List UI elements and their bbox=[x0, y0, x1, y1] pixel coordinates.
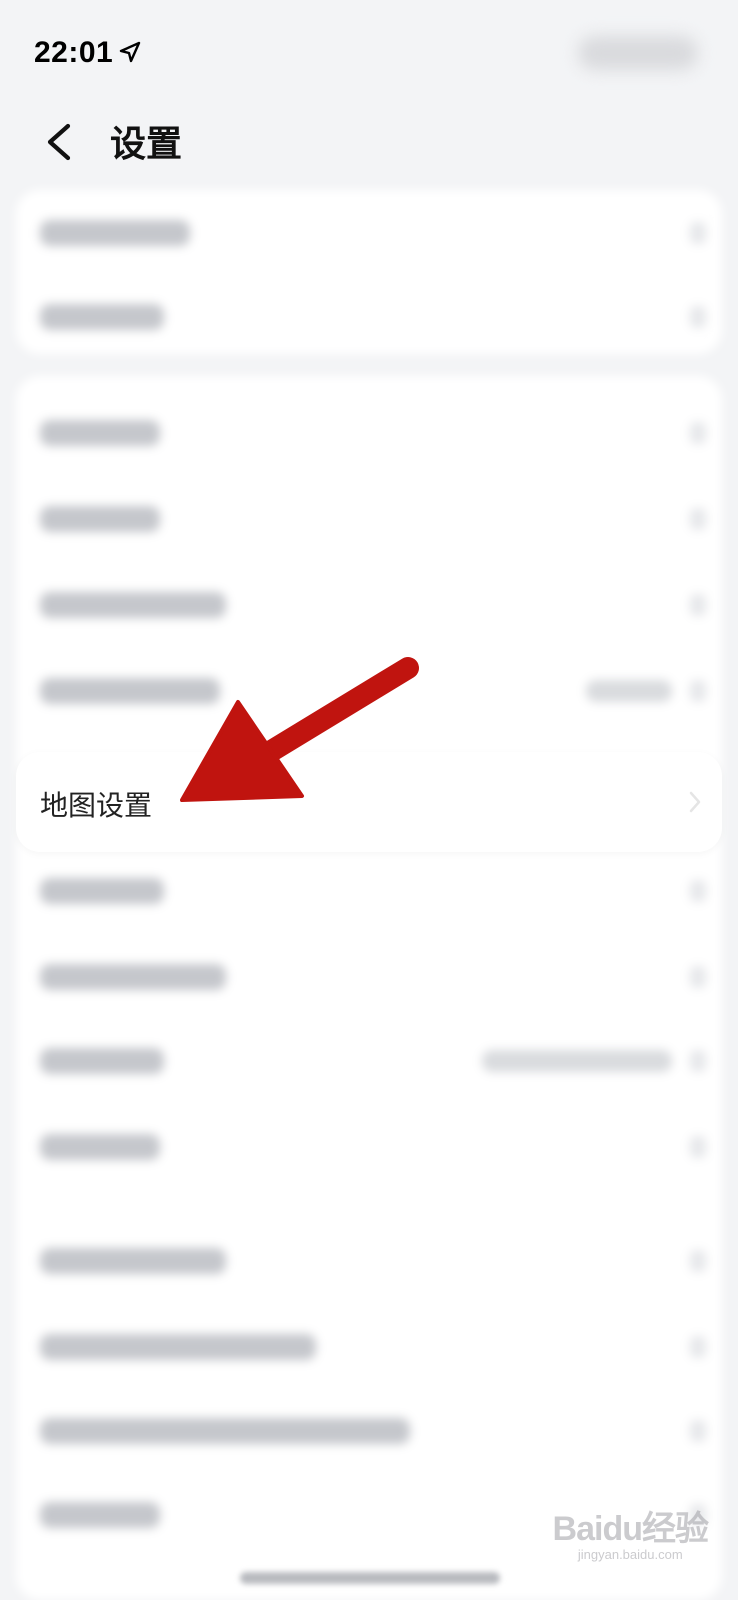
blurred-value bbox=[586, 680, 672, 702]
status-bar: 22:01 bbox=[0, 0, 738, 100]
blurred-row[interactable] bbox=[16, 648, 722, 734]
blurred-label bbox=[40, 420, 160, 446]
blurred-row[interactable] bbox=[16, 274, 722, 360]
blurred-label bbox=[40, 878, 164, 904]
blurred-label bbox=[40, 1248, 226, 1274]
blurred-chevron bbox=[690, 1336, 706, 1358]
blurred-row[interactable] bbox=[16, 1218, 722, 1304]
home-indicator bbox=[240, 1572, 500, 1584]
blurred-label bbox=[40, 678, 220, 704]
chevron-right-icon bbox=[688, 790, 702, 814]
blurred-chevron bbox=[690, 222, 706, 244]
blurred-row[interactable] bbox=[16, 1104, 722, 1190]
blurred-row[interactable] bbox=[16, 1304, 722, 1390]
blurred-label bbox=[40, 220, 190, 246]
blurred-label bbox=[40, 1418, 410, 1444]
blurred-row[interactable] bbox=[16, 1018, 722, 1104]
blurred-chevron bbox=[690, 306, 706, 328]
blurred-row[interactable] bbox=[16, 390, 722, 476]
blurred-row[interactable] bbox=[16, 934, 722, 1020]
baidu-watermark: Baidu经验 jingyan.baidu.com bbox=[552, 1510, 709, 1562]
blurred-label bbox=[40, 964, 226, 990]
blurred-chevron bbox=[690, 508, 706, 530]
blurred-chevron bbox=[690, 880, 706, 902]
blurred-row[interactable] bbox=[16, 190, 722, 276]
blurred-label bbox=[40, 1334, 316, 1360]
blurred-chevron bbox=[690, 1050, 706, 1072]
blurred-label bbox=[40, 506, 160, 532]
map-settings-row[interactable]: 地图设置 bbox=[16, 752, 722, 852]
blurred-row[interactable] bbox=[16, 848, 722, 934]
status-time: 22:01 bbox=[34, 36, 114, 69]
blurred-chevron bbox=[690, 594, 706, 616]
back-button[interactable] bbox=[30, 110, 90, 174]
blurred-chevron bbox=[690, 680, 706, 702]
blurred-chevron bbox=[690, 1420, 706, 1442]
settings-group-blurred-1 bbox=[16, 190, 722, 354]
settings-group-blurred-2 bbox=[16, 376, 722, 1600]
blurred-label bbox=[40, 304, 164, 330]
battery-indicator bbox=[578, 36, 698, 70]
blurred-chevron bbox=[690, 1136, 706, 1158]
map-settings-label: 地图设置 bbox=[40, 789, 153, 822]
blurred-row[interactable] bbox=[16, 562, 722, 648]
blurred-row[interactable] bbox=[16, 476, 722, 562]
navigation-bar: 设置 bbox=[0, 100, 738, 190]
blurred-chevron bbox=[690, 966, 706, 988]
blurred-value bbox=[482, 1050, 672, 1072]
blurred-label bbox=[40, 1048, 164, 1074]
watermark-logo: Baidu经验 bbox=[552, 1510, 709, 1548]
watermark-url: jingyan.baidu.com bbox=[577, 1547, 683, 1562]
page-title: 设置 bbox=[110, 124, 183, 165]
blurred-label bbox=[40, 1502, 160, 1528]
blurred-chevron bbox=[690, 1250, 706, 1272]
blurred-label bbox=[40, 592, 226, 618]
blurred-label bbox=[40, 1134, 160, 1160]
location-arrow-icon bbox=[118, 40, 142, 64]
blurred-chevron bbox=[690, 422, 706, 444]
chevron-left-icon bbox=[47, 123, 71, 161]
blurred-row[interactable] bbox=[16, 1388, 722, 1474]
